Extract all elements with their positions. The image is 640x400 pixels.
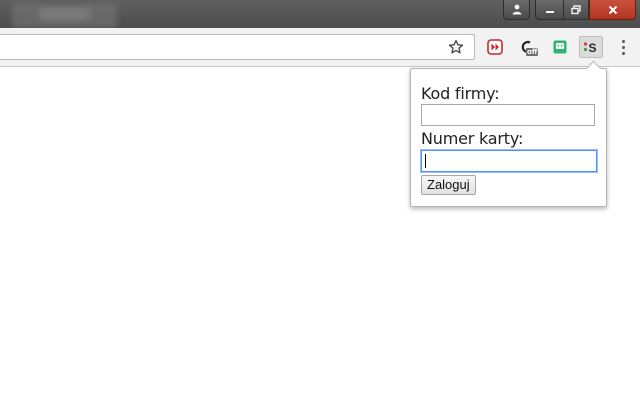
green-face-extension-icon[interactable] xyxy=(549,37,571,57)
browser-toolbar: off S xyxy=(0,28,640,67)
more-vertical-icon[interactable] xyxy=(614,37,632,57)
s-dots-extension-icon[interactable]: S xyxy=(579,36,603,58)
address-input[interactable] xyxy=(5,38,435,56)
red-double-arrow-extension-icon[interactable] xyxy=(484,37,506,57)
title-bar xyxy=(0,0,640,28)
profile-button[interactable] xyxy=(503,0,530,20)
off-badge: off xyxy=(526,48,539,56)
minimize-icon xyxy=(545,10,554,13)
restore-button[interactable] xyxy=(563,0,589,20)
star-icon[interactable] xyxy=(447,38,465,56)
close-icon xyxy=(608,5,617,14)
restore-icon xyxy=(571,4,581,14)
company-code-input[interactable] xyxy=(421,104,595,126)
minimize-button[interactable] xyxy=(535,0,563,20)
extension-login-popup: Kod firmy: Numer karty: Zaloguj xyxy=(410,60,607,207)
close-button[interactable] xyxy=(589,0,636,20)
s-extension-label: S xyxy=(589,41,597,55)
blurred-tab-title xyxy=(40,8,90,20)
login-button[interactable]: Zaloguj xyxy=(421,175,476,195)
company-code-label: Kod firmy: xyxy=(421,84,500,103)
person-icon xyxy=(512,4,521,15)
address-bar[interactable] xyxy=(0,34,475,60)
card-number-input[interactable] xyxy=(421,150,597,172)
text-cursor xyxy=(425,154,426,168)
card-number-label: Numer karty: xyxy=(421,129,524,148)
c-off-extension-icon[interactable]: off xyxy=(516,37,539,57)
browser-window: off S Kod firmy: Numer karty: Zaloguj xyxy=(0,0,640,400)
